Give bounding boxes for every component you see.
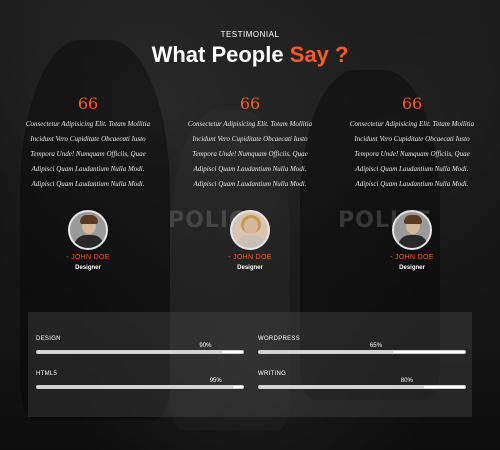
author-name: - JOHN DOE xyxy=(390,254,434,261)
testimonial-card: 66 Consectetur Adipisicing Elit. Totam M… xyxy=(14,94,162,272)
progress-fill xyxy=(259,351,393,353)
quote-line: Incidunt Vero Cupiditate Obcaecati Iusto xyxy=(30,135,146,143)
avatar xyxy=(230,210,270,250)
quote-line: Tempora Unde! Numquam Officiis, Quae xyxy=(354,150,470,158)
skill-label: WORDPRESS xyxy=(258,336,301,342)
skill-label: HTML5 xyxy=(36,371,58,377)
progress-track xyxy=(258,385,466,389)
skill-percent: 90% xyxy=(199,343,212,349)
author-name: - JOHN DOE xyxy=(66,254,110,261)
testimonial-quote: Consectetur Adipisicing Elit. Totam Moll… xyxy=(14,117,162,192)
quote-line: Tempora Unde! Numquam Officiis, Quae xyxy=(192,150,308,158)
skill-bar: WRITING 80% xyxy=(258,371,466,389)
progress-track xyxy=(36,350,244,354)
author-role: Designer xyxy=(75,265,101,271)
avatar xyxy=(68,210,108,250)
author-role: Designer xyxy=(399,265,425,271)
quote-icon: 66 xyxy=(239,94,261,113)
skill-percent: 80% xyxy=(400,378,413,384)
quote-line: Adipisci Quam Laudantium Nulla Modi. xyxy=(193,180,307,188)
skill-percent: 65% xyxy=(369,343,382,349)
section-title-main: What People xyxy=(151,42,284,67)
quote-line: Adipisci Quam Laudantium Nulla Modi. xyxy=(355,165,469,173)
skills-grid: DESIGN 90% WORDPRESS 65% HTML5 95% WRITI… xyxy=(36,336,466,389)
skill-label: WRITING xyxy=(258,371,287,377)
author-role: Designer xyxy=(237,265,263,271)
avatar xyxy=(392,210,432,250)
quote-line: Adipisci Quam Laudantium Nulla Modi. xyxy=(31,165,145,173)
section-title-accent: Say ? xyxy=(289,42,349,67)
section-eyebrow: TESTIMONIAL xyxy=(220,30,280,39)
skill-label: DESIGN xyxy=(36,336,61,342)
skill-percent: 95% xyxy=(209,378,222,384)
progress-fill xyxy=(37,386,233,388)
quote-icon: 66 xyxy=(401,94,423,113)
testimonial-list: 66 Consectetur Adipisicing Elit. Totam M… xyxy=(14,94,486,272)
quote-line: Adipisci Quam Laudantium Nulla Modi. xyxy=(355,180,469,188)
skill-bar: HTML5 95% xyxy=(36,371,244,389)
quote-line: Tempora Unde! Numquam Officiis, Quae xyxy=(30,150,146,158)
progress-fill xyxy=(37,351,223,353)
testimonial-card: 66 Consectetur Adipisicing Elit. Totam M… xyxy=(176,94,324,272)
testimonial-card: 66 Consectetur Adipisicing Elit. Totam M… xyxy=(338,94,486,272)
quote-line: Incidunt Vero Cupiditate Obcaecati Iusto xyxy=(354,135,470,143)
section-title: What People Say ? xyxy=(0,42,500,68)
skill-bar: DESIGN 90% xyxy=(36,336,244,354)
quote-line: Adipisci Quam Laudantium Nulla Modi. xyxy=(31,180,145,188)
progress-track xyxy=(36,385,244,389)
quote-line: Incidunt Vero Cupiditate Obcaecati Iusto xyxy=(192,135,308,143)
quote-line: Consectetur Adipisicing Elit. Totam Moll… xyxy=(187,120,313,128)
skill-bar: WORDPRESS 65% xyxy=(258,336,466,354)
quote-line: Adipisci Quam Laudantium Nulla Modi. xyxy=(193,165,307,173)
section-header: TESTIMONIAL What People Say ? xyxy=(0,30,500,68)
testimonial-quote: Consectetur Adipisicing Elit. Totam Moll… xyxy=(338,117,486,192)
author-name: - JOHN DOE xyxy=(228,254,272,261)
quote-line: Consectetur Adipisicing Elit. Totam Moll… xyxy=(349,120,475,128)
progress-fill xyxy=(259,386,424,388)
testimonial-quote: Consectetur Adipisicing Elit. Totam Moll… xyxy=(176,117,324,192)
quote-line: Consectetur Adipisicing Elit. Totam Moll… xyxy=(25,120,151,128)
quote-icon: 66 xyxy=(77,94,99,113)
skills-panel: DESIGN 90% WORDPRESS 65% HTML5 95% WRITI… xyxy=(28,312,472,417)
progress-track xyxy=(258,350,466,354)
